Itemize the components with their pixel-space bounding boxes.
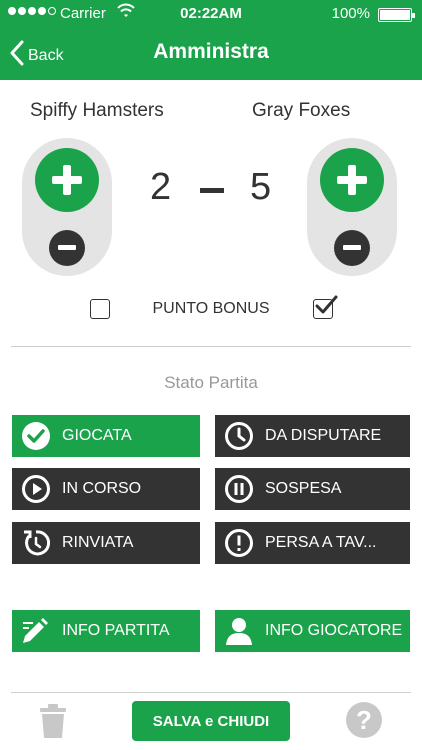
checkmark-icon	[315, 295, 338, 314]
edit-icon	[16, 610, 56, 652]
plus-icon	[337, 165, 367, 195]
status-label: GIOCATA	[62, 427, 132, 444]
user-icon	[219, 610, 259, 652]
pause-icon	[219, 468, 259, 510]
divider	[11, 692, 411, 693]
battery-percent: 100%	[331, 5, 370, 22]
nav-bar: Back Amministra	[0, 28, 422, 80]
page-title: Amministra	[153, 40, 269, 63]
check-circle-icon	[16, 415, 56, 457]
play-icon	[16, 468, 56, 510]
plus-icon	[52, 165, 82, 195]
minus-icon	[343, 245, 361, 250]
away-increment-button[interactable]	[320, 148, 384, 212]
status-label: IN CORSO	[62, 480, 142, 497]
away-score-control	[307, 138, 397, 276]
help-button[interactable]: ?	[346, 702, 382, 738]
alert-icon	[219, 522, 259, 564]
status-label: PERSA A TAV...	[265, 534, 377, 551]
status-label: SOSPESA	[265, 480, 342, 497]
info-label: INFO PARTITA	[62, 622, 170, 639]
status-persa-a-tavolino-button[interactable]: PERSA A TAV...	[215, 522, 410, 564]
home-score: 2	[150, 166, 172, 208]
away-bonus-checkbox[interactable]	[313, 295, 338, 319]
divider	[11, 346, 411, 347]
info-giocatore-button[interactable]: INFO GIOCATORE	[215, 610, 410, 652]
clock-icon	[219, 415, 259, 457]
away-decrement-button[interactable]	[334, 230, 370, 266]
home-team-name: Spiffy Hamsters	[30, 100, 164, 121]
away-score: 5	[250, 166, 272, 208]
home-score-control	[22, 138, 112, 276]
status-rinviata-button[interactable]: RINVIATA	[12, 522, 200, 564]
info-label: INFO GIOCATORE	[265, 622, 403, 639]
home-decrement-button[interactable]	[49, 230, 85, 266]
away-team-name: Gray Foxes	[252, 100, 351, 121]
status-label: DA DISPUTARE	[265, 427, 382, 444]
bonus-label: PUNTO BONUS	[152, 300, 270, 317]
trash-icon[interactable]	[38, 704, 68, 743]
save-and-close-button[interactable]: SALVA e CHIUDI	[132, 701, 290, 741]
minus-icon	[58, 245, 76, 250]
info-partita-button[interactable]: INFO PARTITA	[12, 610, 200, 652]
status-label: RINVIATA	[62, 534, 134, 551]
status-bar: Carrier 02:22AM 100%	[0, 0, 422, 28]
postpone-icon	[16, 522, 56, 564]
battery-icon	[378, 8, 415, 22]
status-da-disputare-button[interactable]: DA DISPUTARE	[215, 415, 410, 457]
status-in-corso-button[interactable]: IN CORSO	[12, 468, 200, 510]
home-increment-button[interactable]	[35, 148, 99, 212]
match-status-title: Stato Partita	[164, 373, 258, 392]
status-sospesa-button[interactable]: SOSPESA	[215, 468, 410, 510]
status-giocata-button[interactable]: GIOCATA	[12, 415, 200, 457]
